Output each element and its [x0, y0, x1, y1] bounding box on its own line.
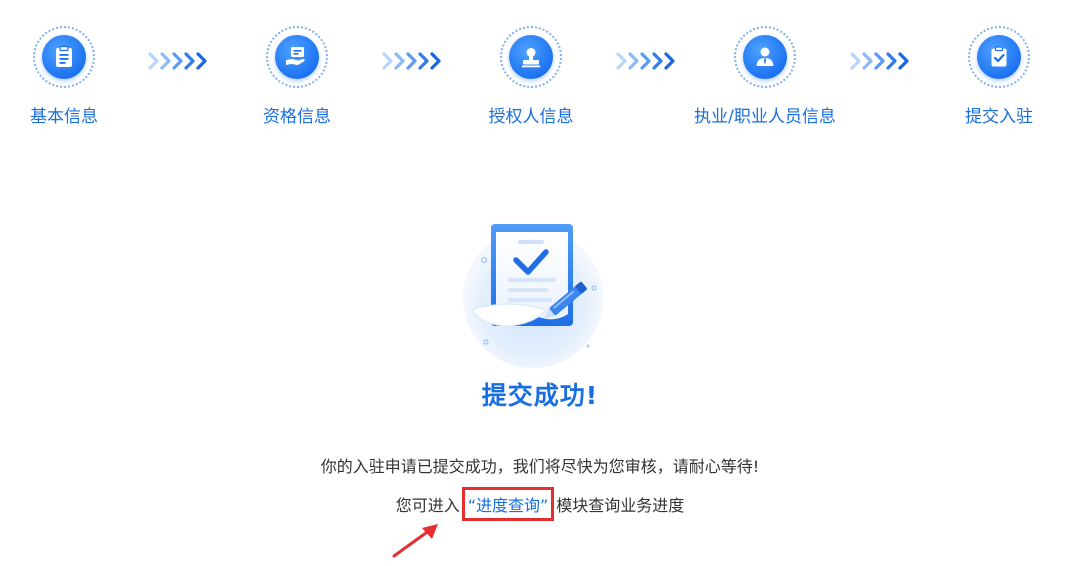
step-1-circle	[33, 26, 95, 88]
progress-query-link[interactable]: “进度查询”	[461, 487, 555, 521]
submit-success-page: 基本信息 资格信息 授权人信息 执业/职业人员信息 提交入驻 提交成功! 你的入…	[0, 0, 1080, 566]
hint-prefix: 您可进入	[395, 496, 460, 515]
red-pointer-arrow-icon	[392, 524, 438, 558]
step-3-circle	[500, 26, 562, 88]
step-submit: 提交入驻	[924, 26, 1074, 127]
stamp-icon	[522, 48, 540, 68]
step-label: 资格信息	[263, 107, 331, 127]
step-authorizer-info: 授权人信息	[456, 26, 606, 127]
step-arrows-icon	[616, 52, 675, 70]
success-message: 你的入驻申请已提交成功，我们将尽快为您审核，请耐心等待!	[320, 457, 760, 476]
step-practitioner-info: 执业/职业人员信息	[690, 26, 840, 127]
step-label: 授权人信息	[488, 107, 574, 127]
person-icon	[756, 47, 774, 66]
checklist-icon	[991, 46, 1007, 67]
step-arrows-icon	[382, 52, 441, 70]
step-label: 基本信息	[30, 107, 98, 127]
success-title: 提交成功!	[481, 381, 599, 410]
clipboard-icon	[56, 45, 72, 67]
progress-hint: 您可进入 “进度查询” 模块查询业务进度	[0, 487, 1080, 521]
step-5-circle	[968, 26, 1030, 88]
step-qualification-info: 资格信息	[222, 26, 372, 127]
step-label: 执业/职业人员信息	[694, 107, 836, 127]
step-label: 提交入驻	[965, 107, 1033, 127]
step-basic-info: 基本信息	[0, 26, 139, 127]
step-arrows-icon	[850, 52, 909, 70]
step-arrows-icon	[148, 52, 207, 70]
hint-suffix: 模块查询业务进度	[556, 496, 685, 515]
hand-card-icon	[286, 47, 305, 65]
step-2-circle	[266, 26, 328, 88]
submit-success-illustration	[463, 224, 603, 368]
step-4-circle	[734, 26, 796, 88]
